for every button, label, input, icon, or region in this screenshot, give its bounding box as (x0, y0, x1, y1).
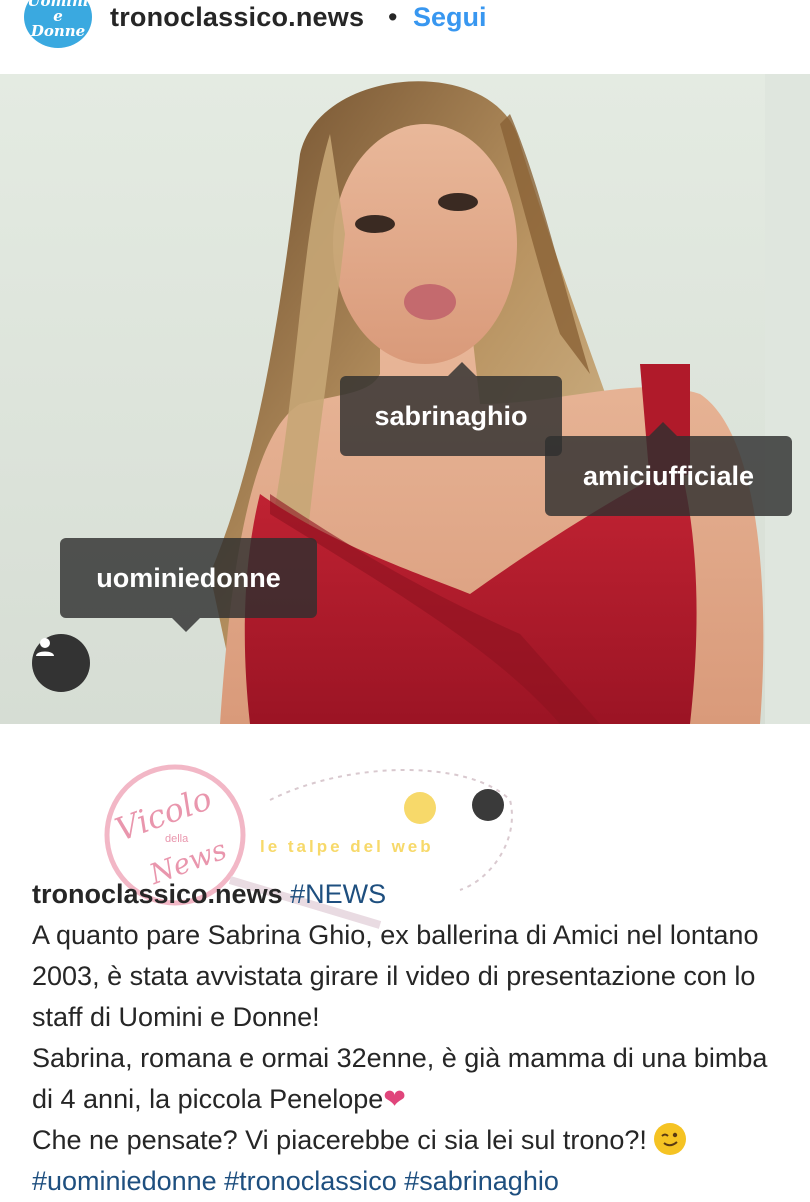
caption-paragraph-1: A quanto pare Sabrina Ghio, ex ballerina… (32, 920, 759, 1032)
username-link[interactable]: tronoclassico.news (110, 2, 364, 33)
person-icon (36, 638, 54, 656)
photo-tag-uominiedonne[interactable]: uominiedonne (60, 538, 317, 632)
photo-tag-label: sabrinaghio (374, 400, 528, 431)
avatar-logo-text: Uomini e Donne (27, 0, 89, 40)
photo-tag-label: uominiedonne (96, 562, 281, 593)
heart-emoji: ❤ (383, 1084, 406, 1114)
wink-emoji-icon (654, 1123, 687, 1155)
profile-avatar[interactable]: Uomini e Donne (24, 0, 92, 48)
caption-hashtags[interactable]: #uominiedonne #tronoclassico #sabrinaghi… (32, 1161, 792, 1202)
tag-pointer (172, 618, 200, 632)
user-tags-button[interactable] (32, 634, 90, 692)
photo-tag-label: amiciufficiale (582, 460, 755, 491)
caption-paragraph-3: Che ne pensate? Vi piacerebbe ci sia lei… (32, 1125, 647, 1155)
separator-dot: • (388, 2, 398, 32)
post-header: Uomini e Donne tronoclassico.news • Segu… (0, 0, 810, 74)
photo-tag-amiciufficiale[interactable]: amiciufficiale (545, 422, 792, 516)
tag-pointer (448, 362, 476, 376)
post-photo[interactable]: sabrinaghio amiciufficiale uominiedonne (0, 74, 810, 724)
tag-pointer (649, 422, 677, 436)
svg-text:della: della (165, 833, 189, 845)
follow-button[interactable]: Segui (413, 2, 487, 33)
caption-username[interactable]: tronoclassico.news (32, 879, 283, 909)
hashtag-news[interactable]: #NEWS (290, 879, 386, 909)
svg-text:le talpe del web: le talpe del web (260, 837, 434, 856)
post-caption: tronoclassico.news #NEWS A quanto pare S… (32, 874, 792, 1202)
photo-tag-sabrinaghio[interactable]: sabrinaghio (340, 362, 562, 456)
